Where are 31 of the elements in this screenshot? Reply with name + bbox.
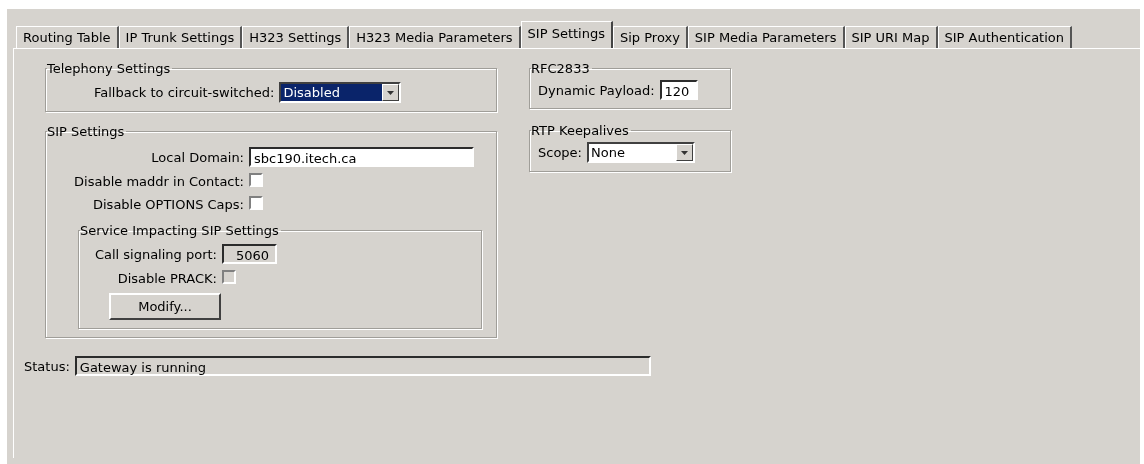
group-title: SIP Settings bbox=[47, 124, 126, 139]
field-label: Scope: bbox=[538, 145, 582, 160]
field-label: Disable maddr in Contact: bbox=[73, 174, 244, 189]
tab[interactable]: SIP URI Map bbox=[844, 26, 938, 48]
field-label: Call signaling port: bbox=[93, 246, 217, 262]
tab[interactable]: Sip Proxy bbox=[613, 26, 688, 48]
field-label: Dynamic Payload: bbox=[538, 82, 655, 98]
status-field: Gateway is running bbox=[74, 356, 651, 376]
tab[interactable]: IP Trunk Settings bbox=[118, 26, 243, 48]
checkbox[interactable] bbox=[249, 196, 263, 210]
field-label: Fallback to circuit-switched: bbox=[94, 85, 275, 100]
checkbox[interactable] bbox=[249, 173, 263, 187]
tab[interactable]: H323 Settings bbox=[242, 26, 350, 48]
group-title: RFC2833 bbox=[531, 61, 591, 76]
status-label: Status: bbox=[24, 358, 70, 374]
tab[interactable]: SIP Authentication bbox=[937, 26, 1072, 48]
field-label: Local Domain: bbox=[150, 149, 244, 165]
tab[interactable]: SIP Media Parameters bbox=[687, 26, 845, 48]
tab[interactable]: H323 Media Parameters bbox=[349, 26, 521, 48]
tab[interactable]: SIP Settings bbox=[520, 21, 613, 48]
input-field[interactable]: 120 bbox=[659, 80, 698, 100]
group-title: RTP Keepalives bbox=[531, 123, 630, 138]
group-title: Service Impacting SIP Settings bbox=[80, 223, 280, 238]
dropdown[interactable]: None bbox=[587, 142, 695, 163]
input-field[interactable]: sbc190.itech.ca bbox=[249, 147, 474, 167]
field-label: Disable PRACK: bbox=[116, 271, 217, 286]
tab[interactable]: Routing Table bbox=[16, 26, 119, 48]
modify-button[interactable]: Modify... bbox=[109, 293, 221, 320]
dropdown[interactable]: Disabled bbox=[279, 82, 402, 103]
group-title: Telephony Settings bbox=[47, 61, 172, 76]
field-label: Disable OPTIONS Caps: bbox=[92, 197, 244, 212]
